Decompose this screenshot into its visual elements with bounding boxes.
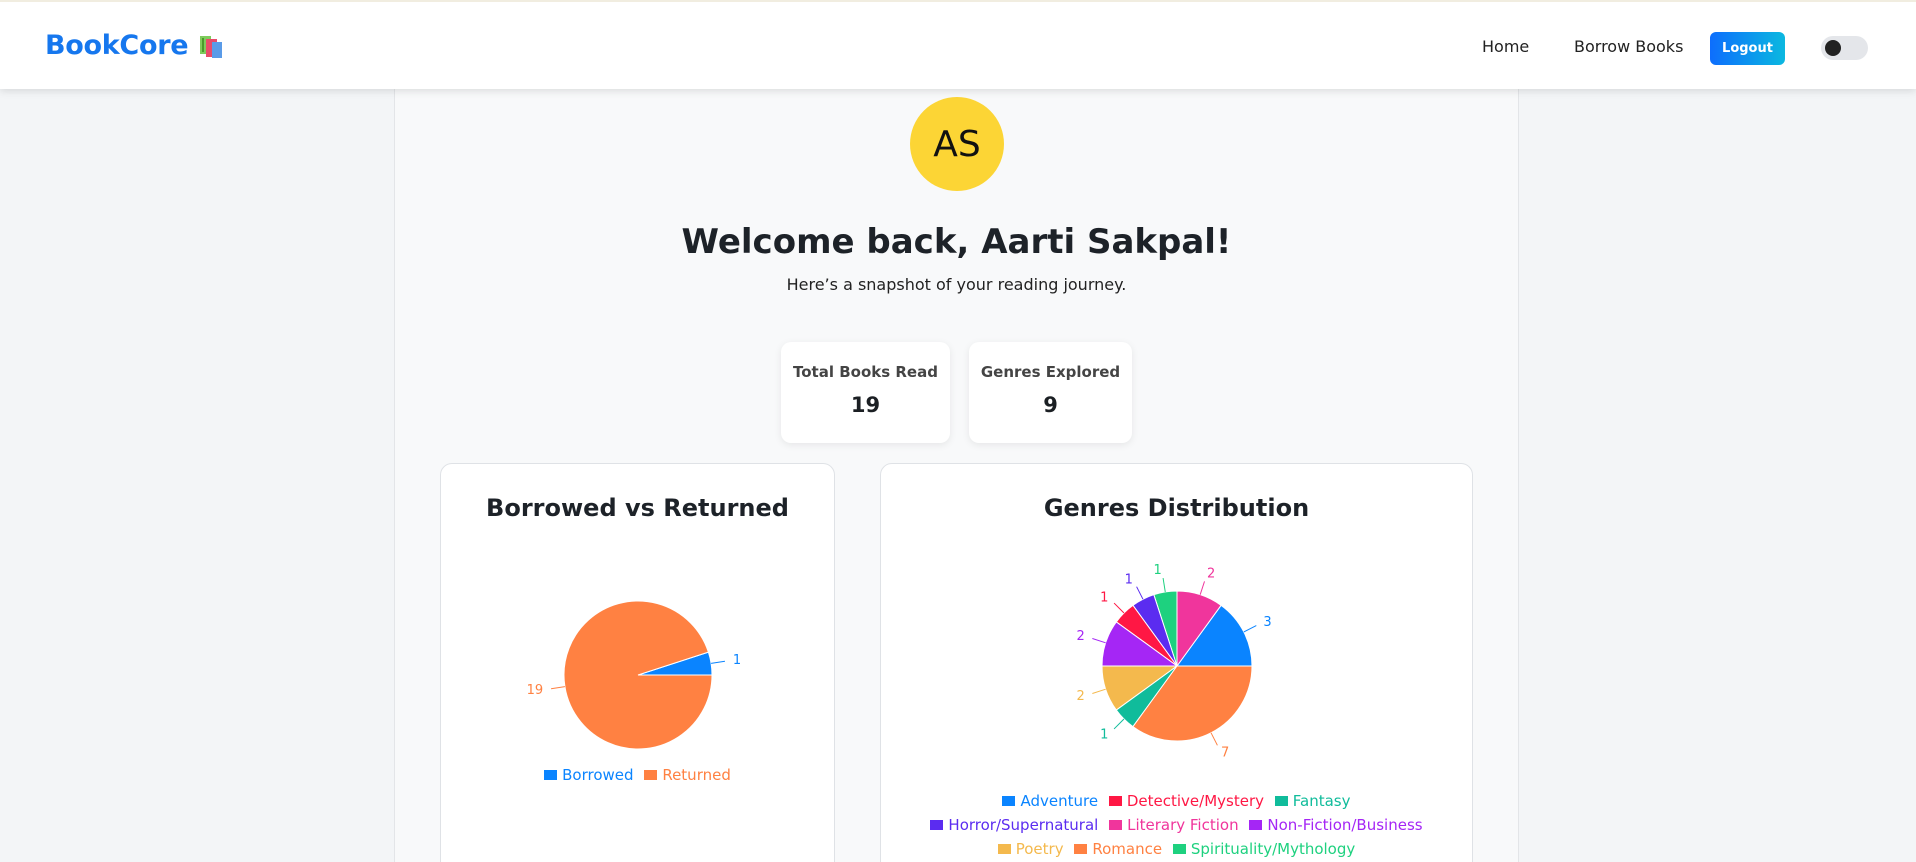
welcome-subtitle: Here’s a snapshot of your reading journe… [786,275,1127,294]
genres-pie: 3 2 1 1 1 2 2 1 7 [1076,563,1271,760]
genres-legend: Adventure Detective/Mystery Fantasy Horr… [881,789,1472,861]
stat-card-genres: Genres Explored 9 [969,342,1132,443]
legend-label: Returned [662,766,731,784]
nav-borrow-books-link[interactable]: Borrow Books [1574,37,1683,56]
legend-item[interactable]: Spirituality/Mythology [1172,837,1356,861]
pie-slice[interactable] [563,600,713,750]
pie-value-label: 19 [527,683,544,698]
pie-value-label: 7 [1221,745,1229,760]
legend-swatch [1108,796,1122,806]
legend-swatch [1249,820,1263,830]
stat-value-genres: 9 [1043,393,1058,417]
legend-item[interactable]: Borrowed [544,763,634,787]
pie-value-label: 1 [1100,728,1108,743]
pie-value-label: 2 [1076,689,1084,704]
label-leader-line [711,660,725,664]
legend-item[interactable]: Literary Fiction [1109,813,1239,837]
label-leader-line [1162,578,1166,593]
borrowed-returned-card: Borrowed vs Returned 1 19 Borrowed Return… [440,463,835,862]
legend-item[interactable]: Detective/Mystery [1108,789,1264,813]
borrowed-returned-pie: 1 19 [527,600,741,750]
logout-button[interactable]: Logout [1710,32,1785,65]
label-leader-line [1092,638,1106,644]
legend-swatch [1074,844,1088,854]
label-leader-line [1243,625,1257,633]
nav-home-link[interactable]: Home [1482,37,1529,56]
pie-value-label: 1 [1125,573,1133,588]
label-leader-line [551,686,565,690]
legend-label: Romance [1092,840,1163,858]
legend-item[interactable]: Non-Fiction/Business [1249,813,1423,837]
legend-swatch [997,844,1011,854]
legend-swatch [930,820,944,830]
pie-value-label: 2 [1076,629,1084,644]
stat-label-total-books: Total Books Read [793,363,938,381]
chart-title-borrowed: Borrowed vs Returned [486,494,789,522]
label-leader-line [1113,718,1125,730]
legend-swatch [1274,796,1288,806]
navbar: BookCore Home Borrow Books Logout [0,0,1916,89]
label-leader-line [1136,586,1144,600]
legend-swatch [544,770,558,780]
legend-label: Poetry [1015,840,1064,858]
legend-label: Fantasy [1292,792,1351,810]
legend-label: Adventure [1020,792,1099,810]
legend-item[interactable]: Horror/Supernatural [930,813,1098,837]
legend-swatch [644,770,658,780]
legend-item[interactable]: Romance [1074,837,1162,861]
pie-value-label: 1 [1100,590,1108,605]
chart-title-genres: Genres Distribution [1043,494,1310,522]
theme-toggle[interactable] [1821,36,1868,60]
stat-label-genres: Genres Explored [980,363,1121,381]
pie-value-label: 1 [1154,563,1162,578]
legend-label: Borrowed [562,766,634,784]
legend-item[interactable]: Poetry [997,837,1064,861]
legend-swatch [1109,820,1123,830]
toggle-knob [1825,40,1841,56]
label-leader-line [1210,732,1218,746]
legend-swatch [1002,796,1016,806]
stat-card-total-books: Total Books Read 19 [781,342,950,443]
welcome-heading: Welcome back, Aarti Sakpal! [681,222,1232,262]
legend-label: Horror/Supernatural [948,816,1099,834]
brand-logo[interactable]: BookCore [45,30,226,61]
pie-value-label: 1 [733,653,741,668]
brand-name: BookCore [45,30,189,61]
pie-value-label: 3 [1263,615,1271,630]
legend-label: Spirituality/Mythology [1190,840,1356,858]
avatar: AS [910,97,1004,191]
borrowed-legend: Borrowed Returned [441,763,834,787]
legend-item[interactable]: Returned [644,763,731,787]
label-leader-line [1113,602,1125,614]
stat-value-total-books: 19 [850,393,881,417]
label-leader-line [1199,581,1205,595]
books-icon [200,35,223,58]
label-leader-line [1092,688,1106,694]
legend-label: Non-Fiction/Business [1267,816,1423,834]
legend-label: Literary Fiction [1127,816,1239,834]
legend-swatch [1172,844,1186,854]
legend-item[interactable]: Adventure [1002,789,1098,813]
genres-distribution-card: Genres Distribution 3 2 1 1 1 2 2 1 7 Adventure … [880,463,1473,862]
pie-value-label: 2 [1207,567,1215,582]
legend-item[interactable]: Fantasy [1274,789,1351,813]
legend-label: Detective/Mystery [1126,792,1264,810]
